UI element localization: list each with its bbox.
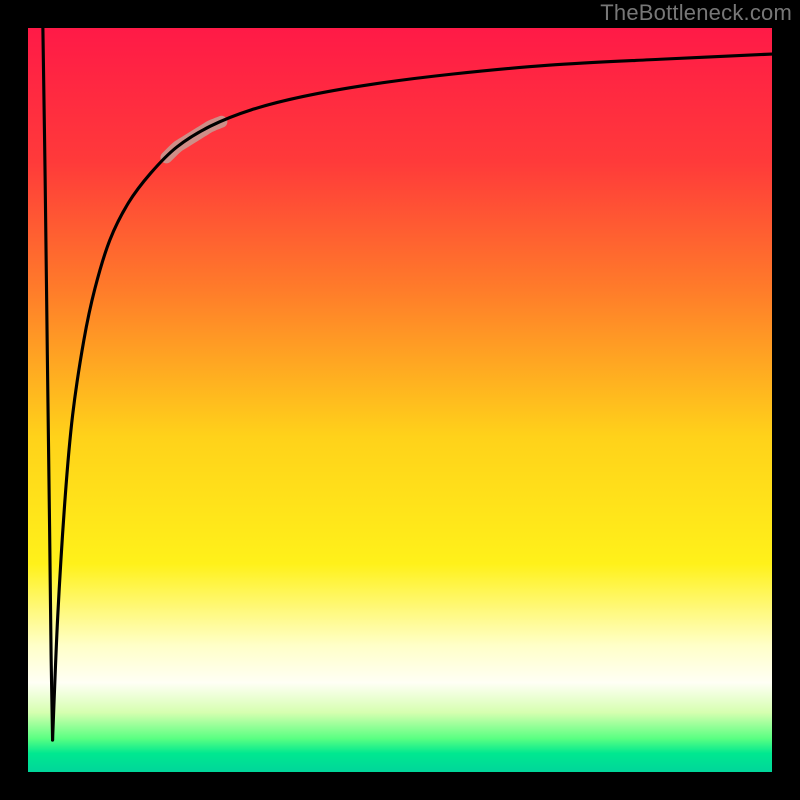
plot-area: [28, 28, 772, 772]
watermark-text: TheBottleneck.com: [600, 0, 792, 26]
highlight-segment: [166, 122, 221, 158]
outer-frame: TheBottleneck.com: [0, 0, 800, 800]
left-branch: [43, 28, 53, 740]
curve-layer: [28, 28, 772, 772]
